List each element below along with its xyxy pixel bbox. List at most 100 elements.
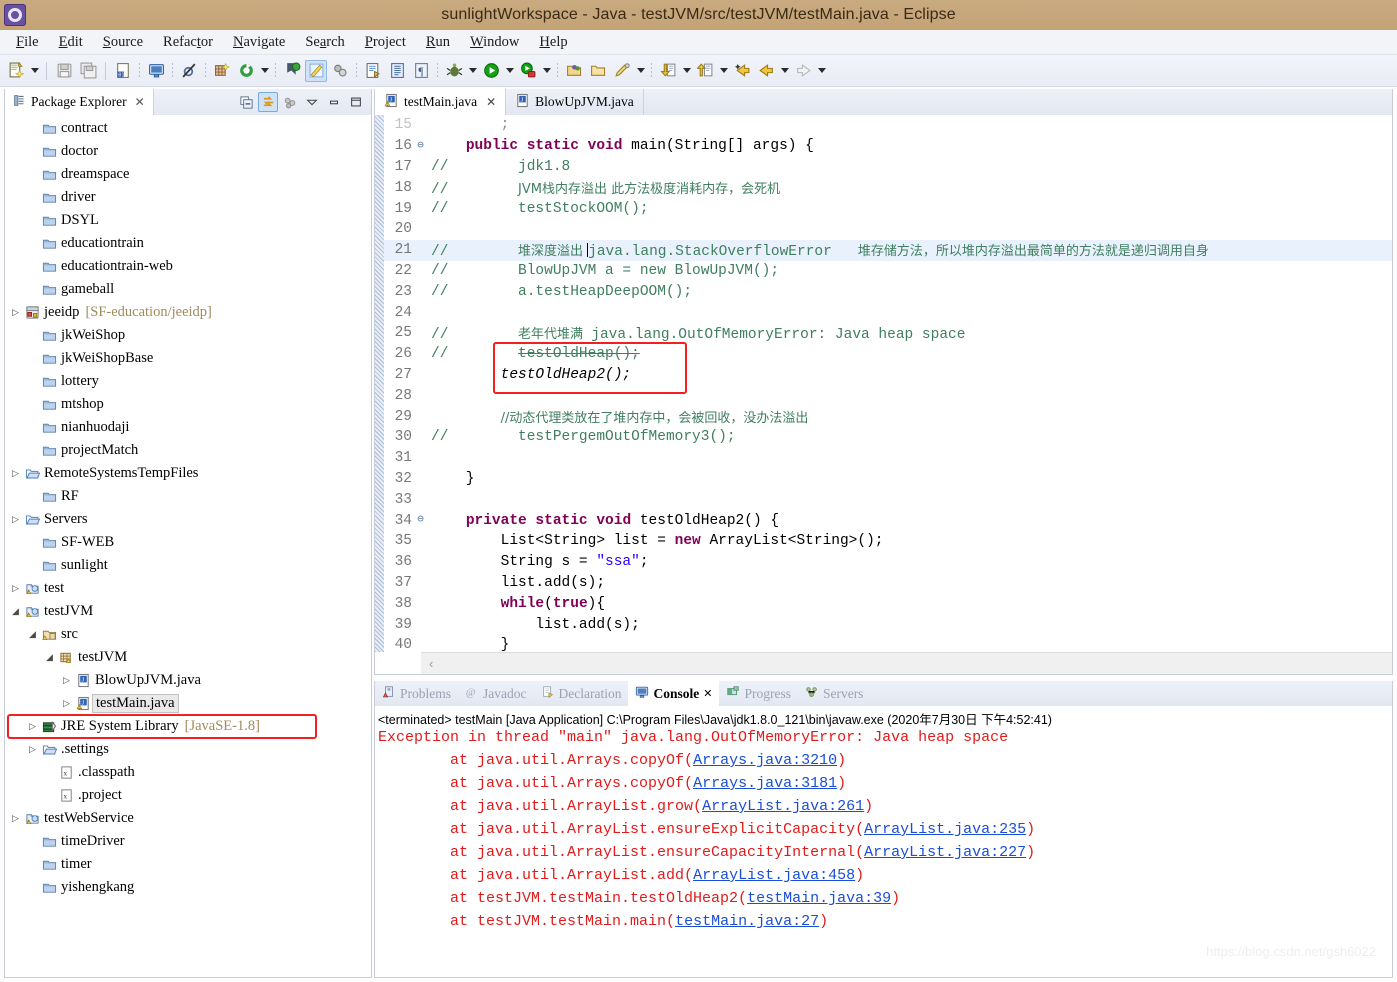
editor-tab[interactable]: J BlowUpJVM.java	[506, 89, 644, 115]
menu-edit[interactable]: Edit	[49, 32, 93, 53]
tree-node[interactable]: timer	[5, 853, 371, 876]
console-panel-tab[interactable]: Declaration	[534, 681, 629, 706]
previous-annotation-dropdown-icon[interactable]	[717, 60, 730, 82]
tree-node[interactable]: ▷ .settings	[5, 738, 371, 761]
stacktrace-link[interactable]: ArrayList.java:235	[864, 821, 1026, 838]
link-with-editor-icon[interactable]	[258, 92, 278, 112]
tree-node[interactable]: ▷ J BlowUpJVM.java	[5, 669, 371, 692]
minimize-icon[interactable]	[324, 92, 344, 112]
edit-dropdown-icon[interactable]	[634, 60, 647, 82]
open-resource-icon[interactable]	[563, 60, 585, 82]
link-icon[interactable]	[329, 60, 351, 82]
maximize-icon[interactable]	[346, 92, 366, 112]
run-dropdown-icon[interactable]	[503, 60, 516, 82]
previous-annotation-icon[interactable]	[694, 60, 716, 82]
tree-node[interactable]: ▷ JRE System Library [JavaSE-1.8]	[5, 715, 371, 738]
next-annotation-icon[interactable]	[657, 60, 679, 82]
tree-node[interactable]: x .project	[5, 784, 371, 807]
tree-node[interactable]: doctor	[5, 140, 371, 163]
forward-icon[interactable]	[792, 60, 814, 82]
tree-node[interactable]: lottery	[5, 370, 371, 393]
tree-node[interactable]: educationtrain-web	[5, 255, 371, 278]
expand-arrow-icon[interactable]: ▷	[60, 675, 73, 686]
code-lines[interactable]: 15 ; 16 ⊖ public static void main(String[]…	[375, 115, 1392, 652]
project-tree[interactable]: contract doctor dreamspace driver DSYL educat…	[5, 115, 371, 965]
debug-icon[interactable]	[443, 60, 465, 82]
console-output[interactable]: Exception in thread "main" java.lang.Out…	[375, 727, 1392, 977]
tree-node[interactable]: ◢ testJVM	[5, 646, 371, 669]
expand-arrow-icon[interactable]: ▷	[60, 698, 73, 709]
debug-dropdown-icon[interactable]	[466, 60, 479, 82]
code-line[interactable]: 25// 老年代堆满 java.lang.OutOfMemoryError: J…	[375, 323, 1392, 344]
tree-node[interactable]: driver	[5, 186, 371, 209]
menu-project[interactable]: Project	[355, 32, 416, 53]
code-line[interactable]: 28	[375, 385, 1392, 406]
code-line[interactable]: 29 //动态代理类放在了堆内存中，会被回收，没办法溢出	[375, 406, 1392, 427]
code-line[interactable]: 23// a.testHeapDeepOOM();	[375, 281, 1392, 302]
collapse-arrow-icon[interactable]: ◢	[43, 652, 56, 663]
tree-node[interactable]: ▷ Servers	[5, 508, 371, 531]
stacktrace-link[interactable]: ArrayList.java:261	[702, 798, 864, 815]
chevron-down-icon[interactable]	[302, 92, 322, 112]
scroll-left-icon[interactable]: ‹	[421, 656, 433, 671]
code-line[interactable]: 27 testOldHeap2();	[375, 365, 1392, 386]
tree-node[interactable]: ▷ RemoteSystemsTempFiles	[5, 462, 371, 485]
refresh-dropdown-icon[interactable]	[258, 60, 271, 82]
save-all-icon[interactable]	[77, 60, 99, 82]
menu-refactor[interactable]: Refactor	[153, 32, 223, 53]
next-annotation-dropdown-icon[interactable]	[680, 60, 693, 82]
menu-search[interactable]: Search	[295, 32, 354, 53]
code-line[interactable]: 32 }	[375, 469, 1392, 490]
back-dropdown-icon[interactable]	[778, 60, 791, 82]
menu-help[interactable]: Help	[529, 32, 577, 53]
new-java-class-icon[interactable]: 010	[112, 60, 134, 82]
code-line[interactable]: 20	[375, 219, 1392, 240]
menu-file[interactable]: File	[6, 32, 49, 53]
code-line[interactable]: 31	[375, 448, 1392, 469]
coverage-dropdown-icon[interactable]	[540, 60, 553, 82]
expand-arrow-icon[interactable]: ▷	[9, 468, 22, 479]
tab-package-explorer[interactable]: Package Explorer ✕	[5, 89, 154, 115]
stacktrace-link[interactable]: Arrays.java:3210	[693, 752, 837, 769]
console-panel-tab[interactable]: Servers	[798, 681, 871, 706]
stacktrace-link[interactable]: ArrayList.java:227	[864, 844, 1026, 861]
fold-toggle-icon[interactable]: ⊖	[415, 515, 426, 526]
tree-node[interactable]: DSYL	[5, 209, 371, 232]
close-icon[interactable]: ✕	[135, 95, 145, 110]
code-line[interactable]: 37 list.add(s);	[375, 573, 1392, 594]
refresh-icon[interactable]	[235, 60, 257, 82]
tree-node[interactable]: RF	[5, 485, 371, 508]
tree-node[interactable]: educationtrain	[5, 232, 371, 255]
debug-last-icon[interactable]	[281, 60, 303, 82]
toggle-markoccurrences-icon[interactable]	[386, 60, 408, 82]
tree-node[interactable]: contract	[5, 117, 371, 140]
collapse-arrow-icon[interactable]: ◢	[26, 629, 39, 640]
forward-prev-icon[interactable]	[755, 60, 777, 82]
expand-arrow-icon[interactable]: ▷	[9, 813, 22, 824]
view-menu-icon[interactable]	[280, 92, 300, 112]
tree-node[interactable]: sunlight	[5, 554, 371, 577]
tree-node[interactable]: SF-WEB	[5, 531, 371, 554]
code-line[interactable]: 22// BlowUpJVM a = new BlowUpJVM();	[375, 261, 1392, 282]
expand-arrow-icon[interactable]: ▷	[9, 307, 22, 318]
tree-node[interactable]: ▷ jeeidp [SF-education/jeeidp]	[5, 301, 371, 324]
tree-node[interactable]: yishengkang	[5, 876, 371, 899]
tree-node[interactable]: dreamspace	[5, 163, 371, 186]
tree-node[interactable]: gameball	[5, 278, 371, 301]
code-line[interactable]: 38 while(true){	[375, 593, 1392, 614]
console-panel-tab[interactable]: @ Javadoc	[458, 681, 533, 706]
code-line[interactable]: 34 ⊖ private static void testOldHeap2() {	[375, 510, 1392, 531]
editor-tab[interactable]: J! testMain.java ✕	[375, 87, 507, 115]
fold-toggle-icon[interactable]: ⊖	[415, 140, 426, 152]
tree-node[interactable]: projectMatch	[5, 439, 371, 462]
code-line[interactable]: 16 ⊖ public static void main(String[] arg…	[375, 136, 1392, 157]
open-console-icon[interactable]	[145, 60, 167, 82]
code-line[interactable]: 40 }	[375, 635, 1392, 652]
expand-arrow-icon[interactable]: ▷	[26, 744, 39, 755]
expand-arrow-icon[interactable]: ▷	[9, 583, 22, 594]
menu-run[interactable]: Run	[416, 32, 460, 53]
menu-navigate[interactable]: Navigate	[223, 32, 295, 53]
tree-node[interactable]: ▷ J! testMain.java	[5, 692, 371, 715]
tree-node[interactable]: jkWeiShopBase	[5, 347, 371, 370]
edit-icon[interactable]	[611, 60, 633, 82]
